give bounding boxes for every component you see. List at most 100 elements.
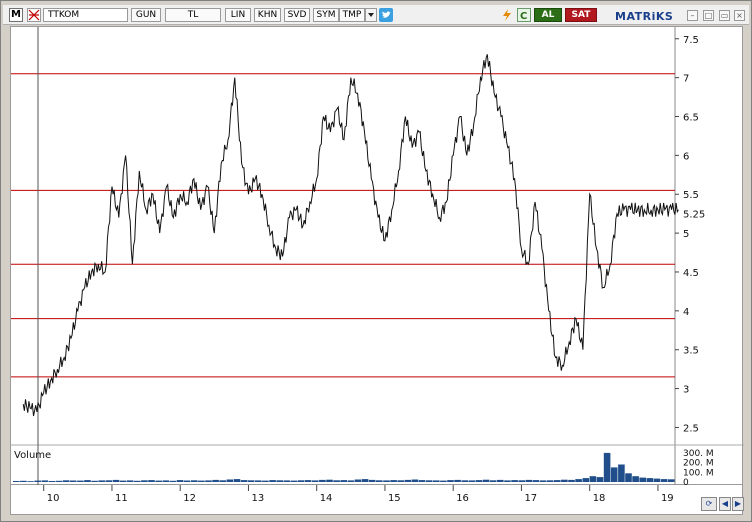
volume-tick-label: 200. M [683,459,714,469]
volume-bar [390,480,397,482]
x-tick-label: 15 [388,493,401,504]
volume-bar [347,480,355,482]
x-axis: 10 11 12 13 14 15 16 17 18 19 [43,485,674,504]
toolbar: M TTKOM GUN TL LIN KHN SVD SYM TMP C AL … [3,5,749,25]
y-tick-label: 4.5 [683,268,699,279]
volume-tick-label: 300. M [683,449,714,459]
maximize-icon[interactable]: □ [703,10,714,21]
sym-button[interactable]: SYM [313,8,339,22]
volume-bar [418,480,426,482]
volume-label: Volume [14,450,51,461]
volume-bar [376,480,383,482]
price-line [22,54,679,417]
buy-button[interactable]: AL [534,8,562,22]
volume-bar [454,479,461,482]
volume-bar [383,480,390,482]
volume-bar [105,480,113,482]
chart-area[interactable]: 7.5 7 6.5 6 5.5 5 4.5 4 3.5 3 2.5 5.25 Volume 300. M2… [10,26,744,486]
y-tick-label: 6.5 [683,113,699,124]
currency-button[interactable]: TL [165,8,221,22]
x-tick-label: 13 [251,493,264,504]
volume-bar [84,480,91,482]
x-tick-label: 16 [456,493,469,504]
symbol-field[interactable]: TTKOM [43,8,128,22]
volume-bar [397,480,404,482]
volume-bar [603,452,611,482]
volume-bar [198,480,205,482]
volume-bar [62,480,70,482]
menu-button[interactable]: M [9,8,23,22]
sync-icon[interactable]: ⟳ [701,497,717,511]
volume-bar [13,481,20,482]
volume-bar [639,477,646,482]
period-button[interactable]: GUN [131,8,161,22]
volume-bar [489,480,497,482]
volume-bar [433,480,440,482]
volume-bar [468,480,476,482]
volume-bar [660,479,668,482]
volume-bar [411,479,419,482]
volume-bar [155,480,162,482]
volume-bar [126,480,134,482]
volume-bar [112,479,120,482]
volume-bar [148,480,155,482]
price-chart[interactable]: 7.5 7 6.5 6 5.5 5 4.5 4 3.5 3 2.5 5.25 Volume 300. M2… [11,27,744,486]
volume-bar [304,480,312,482]
volume-bar [233,479,241,482]
volume-bar [283,480,291,482]
restore-icon[interactable]: ▭ [719,10,730,21]
y-tick-label: 7.5 [683,35,699,46]
scroll-right-icon[interactable]: ▶ [732,497,744,511]
volume-bar [482,479,490,482]
y-tick-label: 7 [683,74,689,85]
x-tick-label: 14 [320,493,333,504]
refresh-icon[interactable]: C [517,8,531,22]
volume-bar [575,479,582,482]
volume-bar [546,480,554,482]
volume-bar [632,476,639,482]
volume-bar [176,480,184,482]
tmp-button[interactable]: TMP [339,8,365,22]
volume-bar [518,480,525,482]
y-tick-label: 5 [683,229,689,240]
volume-bar [205,480,212,482]
volume-bar [582,478,590,482]
volume-bar [667,479,675,482]
volume-bar [77,480,84,482]
close-icon[interactable]: × [734,10,745,21]
scroll-left-icon[interactable]: ◀ [719,497,731,511]
volume-bar [226,479,234,482]
lightning-icon[interactable] [501,8,515,22]
volume-bar [440,480,447,482]
svd-button[interactable]: SVD [284,8,310,22]
volume-bar [589,476,597,482]
current-price-label: 5.25 [683,210,705,221]
sell-button[interactable]: SAT [565,8,597,22]
navigation-buttons: ⟳ ◀ ▶ [701,497,745,513]
volume-bar [461,480,469,482]
volume-bar [91,480,98,482]
volume-bar [333,480,340,482]
y-tick-label: 2.5 [683,423,699,434]
khn-button[interactable]: KHN [254,8,281,22]
cursor-cross-icon[interactable] [27,8,41,22]
volume-bar [20,480,27,482]
volume-bar [368,479,376,482]
volume-bar [290,480,298,482]
y-tick-label: 6 [683,151,689,162]
volume-bar [212,479,219,482]
volume-bar [554,480,561,482]
volume-bar [625,473,632,482]
scale-button[interactable]: LIN [225,8,251,22]
volume-bar [340,480,347,482]
volume-tick-label: 100. M [683,468,714,478]
volume-bar [27,481,34,482]
minimize-icon[interactable]: – [687,10,698,21]
volume-bar [276,480,283,482]
twitter-icon[interactable] [379,8,393,22]
brand-logo: MATRiKS [615,10,674,23]
volume-bar [525,479,533,482]
volume-bar [169,480,177,482]
volume-bar [596,477,604,482]
dropdown-icon[interactable] [365,8,379,22]
